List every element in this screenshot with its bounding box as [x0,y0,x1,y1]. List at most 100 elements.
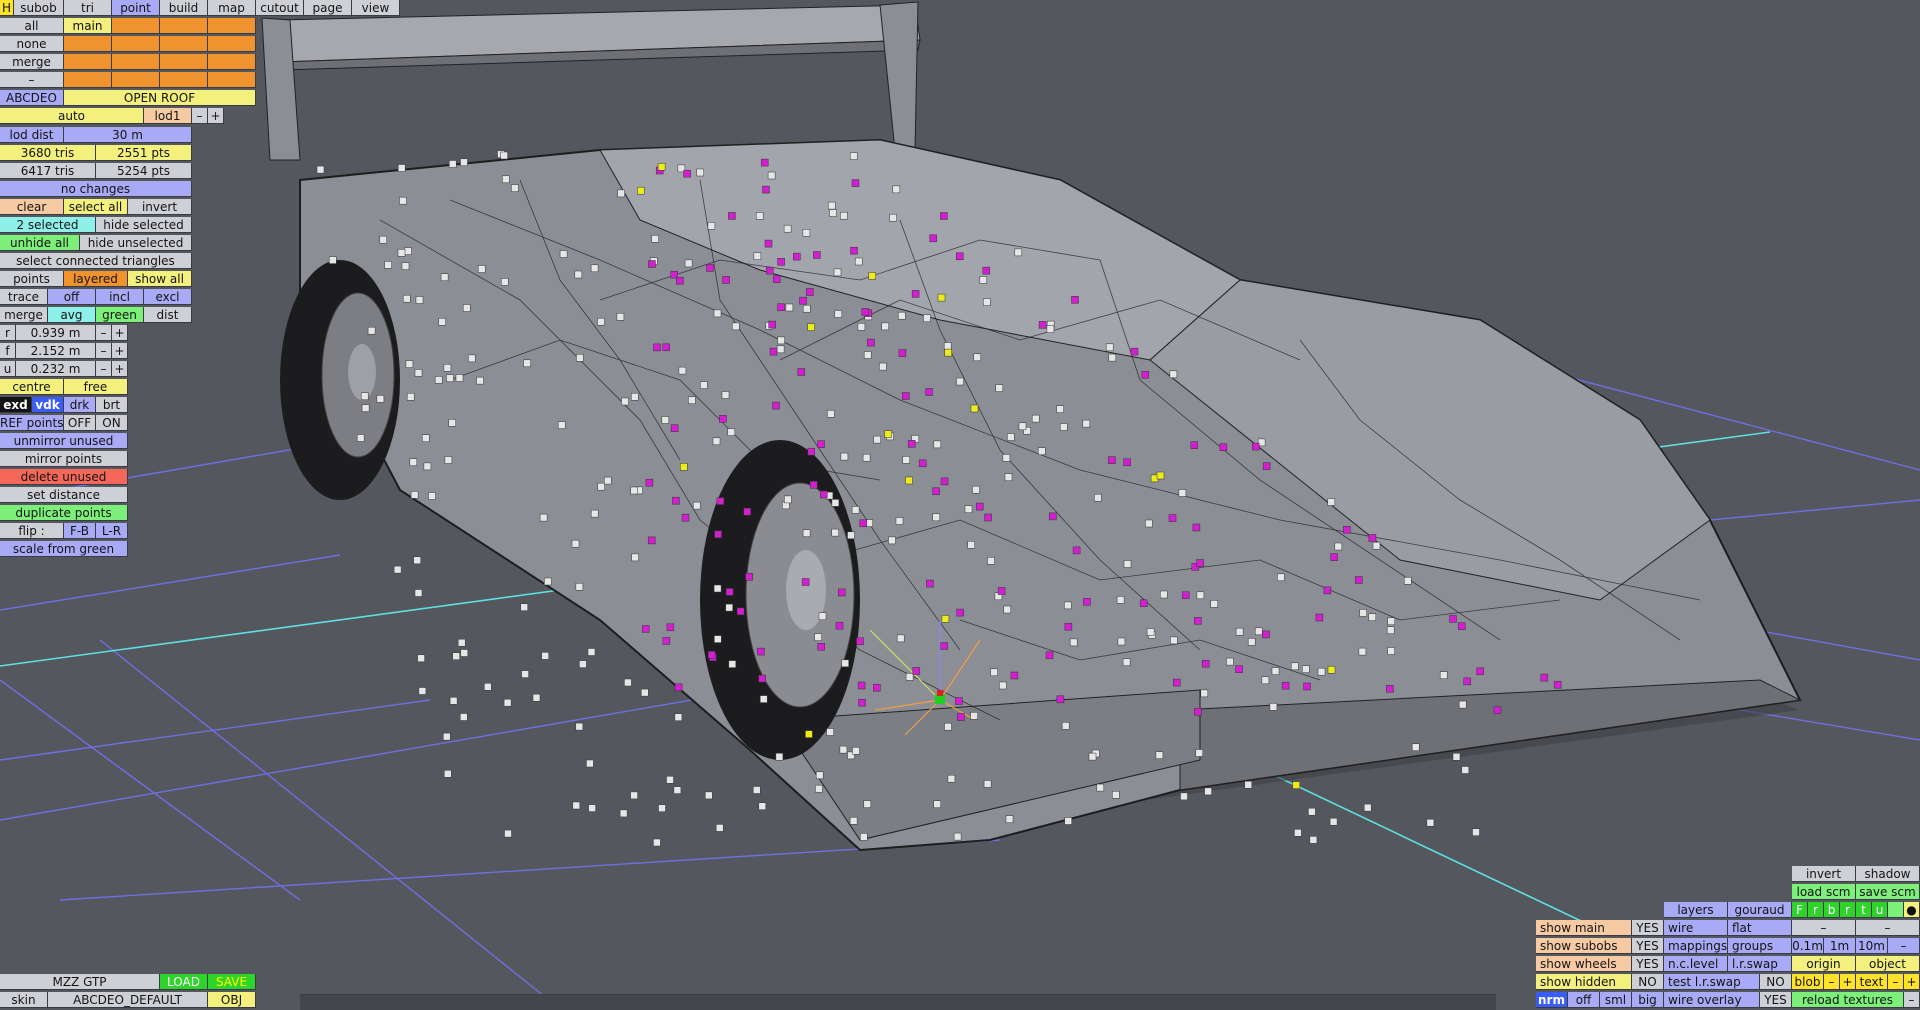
vertex-point[interactable] [764,239,773,248]
size-small-button[interactable]: sml [1600,992,1632,1008]
vertex-point[interactable] [1049,512,1057,521]
vertex-point[interactable] [316,165,325,174]
test-lr-swap-button[interactable]: test l.r.swap [1664,974,1760,990]
vertex-point[interactable] [637,186,645,195]
vertex-point[interactable] [1262,462,1271,470]
vertex-point[interactable] [987,557,995,565]
flat-button[interactable]: flat [1728,920,1792,936]
vertex-point[interactable] [630,486,638,495]
layers-button[interactable]: layers [1664,902,1728,918]
text-increase[interactable]: + [1904,974,1920,990]
vertex-point[interactable] [831,528,839,537]
subob-main[interactable]: main [64,18,112,34]
pivot-free-button[interactable]: free [64,379,128,395]
vertex-point[interactable] [1064,622,1073,631]
vertex-point[interactable] [834,310,843,318]
vertex-point[interactable] [1426,818,1435,827]
vertex-point[interactable] [955,697,963,705]
vertex-point[interactable] [476,376,484,385]
tab-tri[interactable]: tri [64,0,112,16]
vertex-point[interactable] [955,252,964,261]
vertex-point[interactable] [653,838,661,847]
vertex-point[interactable] [504,829,512,838]
trace-incl-button[interactable]: incl [96,289,144,305]
vertex-point[interactable] [1003,605,1011,614]
vertex-point[interactable] [1069,638,1078,647]
vertex-point[interactable] [460,649,469,657]
vertex-point[interactable] [829,209,837,217]
vertex-point[interactable] [523,359,531,368]
vertex-point[interactable] [1329,817,1338,826]
vertex-point[interactable] [1235,665,1243,673]
wire-overlay-toggle[interactable]: YES [1760,992,1792,1008]
vertex-point[interactable] [857,323,866,331]
merge-dist-button[interactable]: dist [144,307,192,323]
vertex-point[interactable] [1180,792,1188,801]
vertex-point[interactable] [409,458,418,466]
vertex-point[interactable] [413,556,421,565]
vertex-point[interactable] [1277,573,1285,582]
blob-decrease[interactable]: – [1824,974,1840,990]
obj-button[interactable]: OBJ [208,992,256,1008]
vertex-point[interactable] [532,693,541,702]
vertex-point[interactable] [1031,414,1040,423]
vertex-point[interactable] [616,313,625,321]
vertex-point[interactable] [1139,599,1148,608]
vertex-point[interactable] [574,270,583,279]
show-subobs-toggle[interactable]: YES [1632,938,1664,954]
vertex-point[interactable] [979,276,988,284]
variant-abcdeo[interactable]: ABCDEO [0,90,64,106]
dash-button[interactable]: – [1792,920,1856,936]
vertex-point[interactable] [879,362,887,371]
vertex-point[interactable] [1210,600,1218,608]
vertex-point[interactable] [462,304,471,312]
vertex-point[interactable] [1038,321,1047,329]
vertex-point[interactable] [410,491,419,499]
vertex-point[interactable] [587,648,596,656]
vertex-point[interactable] [624,678,632,687]
vertex-point[interactable] [681,513,690,522]
wire-overlay-button[interactable]: wire overlay [1664,992,1760,1008]
vertex-point[interactable] [837,588,846,597]
vertex-point[interactable] [1194,617,1202,625]
vertex-point[interactable] [1046,325,1055,333]
coord-f-decrease[interactable]: – [96,343,112,359]
vertex-point[interactable] [714,530,722,539]
vertex-point[interactable] [857,681,866,690]
lod-auto-button[interactable]: auto [0,108,144,124]
vertex-point[interactable] [1064,817,1072,825]
channel-r[interactable]: r [1808,902,1824,918]
vertex-point[interactable] [1368,534,1377,542]
blob-increase[interactable]: + [1840,974,1856,990]
vertex-point[interactable] [674,683,683,692]
vertex-point[interactable] [802,529,811,537]
coord-u-decrease[interactable]: – [96,361,112,377]
vertex-point[interactable] [896,634,905,643]
vertex-point[interactable] [911,290,920,298]
vertex-point[interactable] [443,364,452,372]
vertex-point[interactable] [827,410,835,418]
vertex-point[interactable] [1146,628,1155,636]
vertex-point[interactable] [544,577,552,586]
vertex-point[interactable] [862,453,871,462]
vertex-point[interactable] [541,652,549,660]
vertex-point[interactable] [849,817,858,825]
vertex-point[interactable] [736,607,745,616]
vertex-point[interactable] [1178,489,1187,497]
vertex-point[interactable] [937,293,946,302]
vertex-point[interactable] [1088,752,1097,761]
vertex-point[interactable] [722,276,730,284]
vertex-point[interactable] [841,659,849,668]
vertex-point[interactable] [995,384,1004,392]
duplicate-points-button[interactable]: duplicate points [0,505,128,521]
nc-level-button[interactable]: n.c.level [1664,956,1728,972]
vertex-point[interactable] [758,674,766,683]
groups-button[interactable]: groups [1728,938,1792,954]
vertex-point[interactable] [990,668,998,677]
grid-dash-button[interactable]: – [1888,938,1920,954]
vertex-point[interactable] [944,348,952,357]
load-scm-button[interactable]: load scm [1792,884,1856,900]
vertex-point[interactable] [1343,526,1351,534]
variant-open-roof[interactable]: OPEN ROOF [64,90,256,106]
vertex-point[interactable] [1251,442,1260,451]
